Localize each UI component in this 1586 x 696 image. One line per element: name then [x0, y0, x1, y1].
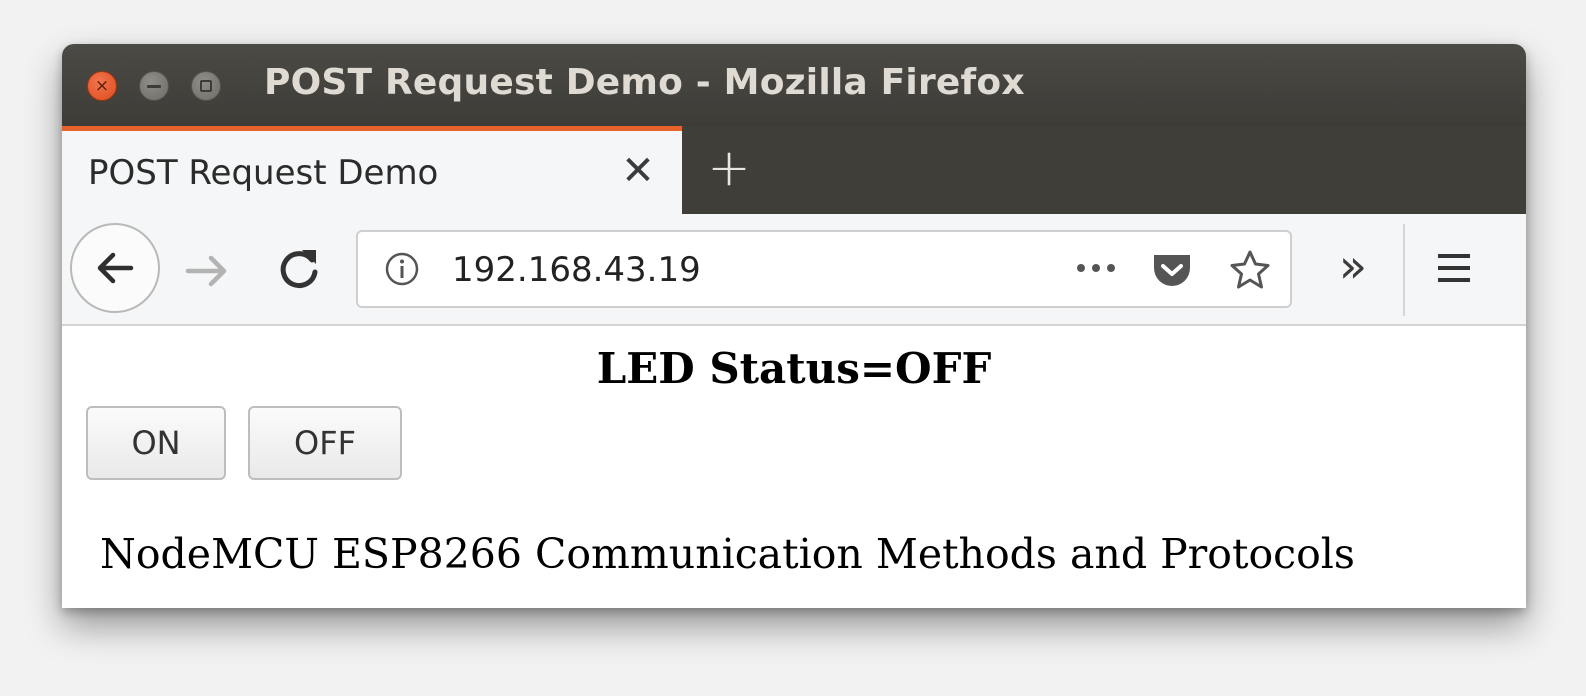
maximize-window-button[interactable]	[191, 71, 221, 101]
title-bar: × POST Request Demo - Mozilla Firefox	[62, 44, 1526, 126]
new-tab-icon[interactable]: +	[706, 140, 752, 196]
back-button[interactable]	[70, 223, 160, 313]
footer-caption: NodeMCU ESP8266 Communication Methods an…	[100, 530, 1355, 578]
tab-post-request-demo[interactable]: POST Request Demo ✕	[62, 126, 682, 214]
led-off-button[interactable]: OFF	[248, 406, 402, 480]
bookmark-star-icon[interactable]	[1228, 248, 1272, 292]
reload-icon[interactable]	[272, 242, 326, 296]
more-actions-icon[interactable]	[1072, 256, 1120, 280]
url-text[interactable]: 192.168.43.19	[452, 250, 701, 290]
back-arrow-icon	[97, 252, 134, 284]
browser-window: × POST Request Demo - Mozilla Firefox PO…	[62, 44, 1526, 608]
tab-close-icon[interactable]: ✕	[618, 147, 658, 195]
page-content: LED Status=OFF ON OFF NodeMCU ESP8266 Co…	[62, 326, 1526, 608]
close-icon: ×	[94, 75, 110, 96]
toolbar-separator	[1403, 224, 1405, 316]
forward-arrow-icon[interactable]	[180, 244, 234, 298]
led-status-heading: LED Status=OFF	[596, 344, 992, 393]
led-on-button[interactable]: ON	[86, 406, 226, 480]
minimize-icon	[147, 84, 161, 88]
minimize-window-button[interactable]	[139, 71, 169, 101]
info-icon[interactable]	[384, 251, 420, 287]
navigation-toolbar: 192.168.43.19 »	[62, 214, 1526, 326]
tab-label: POST Request Demo	[88, 153, 439, 193]
hamburger-menu-icon[interactable]	[1434, 248, 1474, 288]
maximize-icon	[200, 80, 212, 92]
window-title: POST Request Demo - Mozilla Firefox	[264, 62, 1025, 103]
overflow-chevron-icon[interactable]: »	[1328, 238, 1378, 296]
url-bar[interactable]: 192.168.43.19	[356, 230, 1292, 308]
close-window-button[interactable]: ×	[87, 71, 117, 101]
tab-strip: POST Request Demo ✕ +	[62, 126, 1526, 214]
pocket-icon[interactable]	[1150, 250, 1194, 290]
